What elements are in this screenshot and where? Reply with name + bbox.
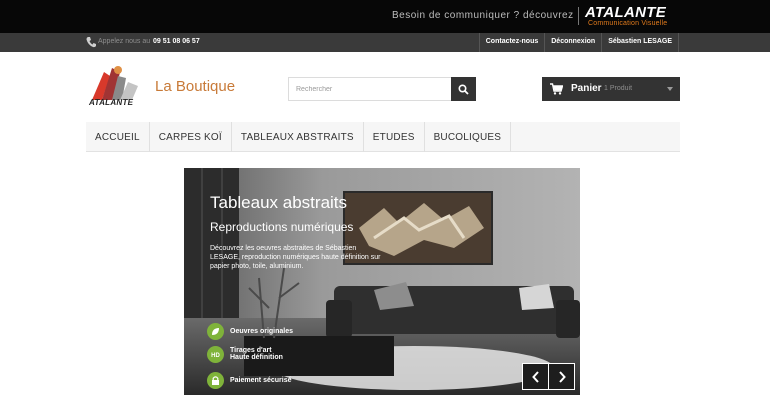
- menu-item-carpes-koi[interactable]: CARPES KOÏ: [150, 122, 232, 152]
- logout-link[interactable]: Déconnexion: [544, 33, 601, 52]
- phone-icon: [86, 37, 96, 48]
- feature-label: Paiement sécurisé: [230, 376, 292, 384]
- menu-item-etudes[interactable]: ETUDES: [364, 122, 425, 152]
- menu-item-bucoliques[interactable]: BUCOLIQUES: [425, 122, 512, 152]
- promo-bar: Besoin de communiquer ? découvrez ATALAN…: [0, 0, 770, 33]
- cart-button[interactable]: Panier 1 Produit: [542, 77, 680, 101]
- slider-controls: [522, 363, 575, 390]
- lock-icon: [207, 371, 224, 389]
- slider-prev-button[interactable]: [523, 364, 549, 389]
- svg-text:HD: HD: [211, 353, 220, 359]
- promo-divider: [578, 7, 579, 25]
- feature-line-2: Haute définition: [230, 354, 283, 361]
- feature-original-works: Oeuvres originales: [207, 322, 293, 340]
- feature-secure-payment: Paiement sécurisé: [207, 371, 291, 389]
- menu-item-accueil[interactable]: ACCUEIL: [86, 122, 150, 152]
- top-nav-bar: Appelez nous au 09 51 08 06 57 Contactez…: [0, 33, 770, 52]
- cart-count: 1 Produit: [604, 85, 633, 92]
- atalante-brand-link[interactable]: ATALANTE: [585, 4, 666, 21]
- leaf-icon: [207, 322, 224, 340]
- contact-link[interactable]: Contactez-nous: [478, 33, 545, 52]
- atalante-brand-subtitle: Communication Visuelle: [588, 20, 668, 27]
- slider-next-button[interactable]: [548, 364, 574, 389]
- account-links: Contactez-nous Déconnexion Sébastien LES…: [478, 33, 679, 52]
- feature-label: Oeuvres originales: [230, 327, 294, 335]
- feature-label: Tirages d'art Haute définition: [230, 347, 283, 361]
- chevron-left-icon: [531, 370, 539, 383]
- cart-label: Panier: [571, 83, 602, 94]
- feature-hd-prints: HD Tirages d'art Haute définition: [207, 345, 283, 363]
- chevron-right-icon: [558, 370, 566, 383]
- logo-wordmark: ATALANTE: [89, 98, 134, 107]
- chevron-down-icon: [667, 87, 673, 91]
- shop-title[interactable]: La Boutique: [155, 78, 235, 95]
- slide-description: Découvrez les oeuvres abstraites de Séba…: [210, 245, 381, 270]
- home-slider: Tableaux abstraits Reproductions numériq…: [184, 168, 580, 395]
- search-input[interactable]: [288, 77, 452, 101]
- search-button[interactable]: [451, 77, 476, 101]
- search-icon: [458, 83, 469, 95]
- main-menu: ACCUEIL CARPES KOÏ TABLEAUX ABSTRAITS ET…: [86, 122, 680, 152]
- menu-item-tableaux-abstraits[interactable]: TABLEAUX ABSTRAITS: [232, 122, 364, 152]
- phone-number[interactable]: 09 51 08 06 57: [153, 38, 200, 45]
- slide-subtitle: Reproductions numériques: [210, 220, 354, 234]
- hd-icon: HD: [207, 345, 224, 363]
- feature-line-1: Tirages d'art: [230, 347, 272, 354]
- call-label: Appelez nous au: [98, 38, 151, 45]
- promo-text: Besoin de communiquer ? découvrez: [392, 10, 574, 21]
- account-link[interactable]: Sébastien LESAGE: [601, 33, 679, 52]
- slide-title: Tableaux abstraits: [210, 193, 348, 212]
- cart-icon: [550, 83, 563, 95]
